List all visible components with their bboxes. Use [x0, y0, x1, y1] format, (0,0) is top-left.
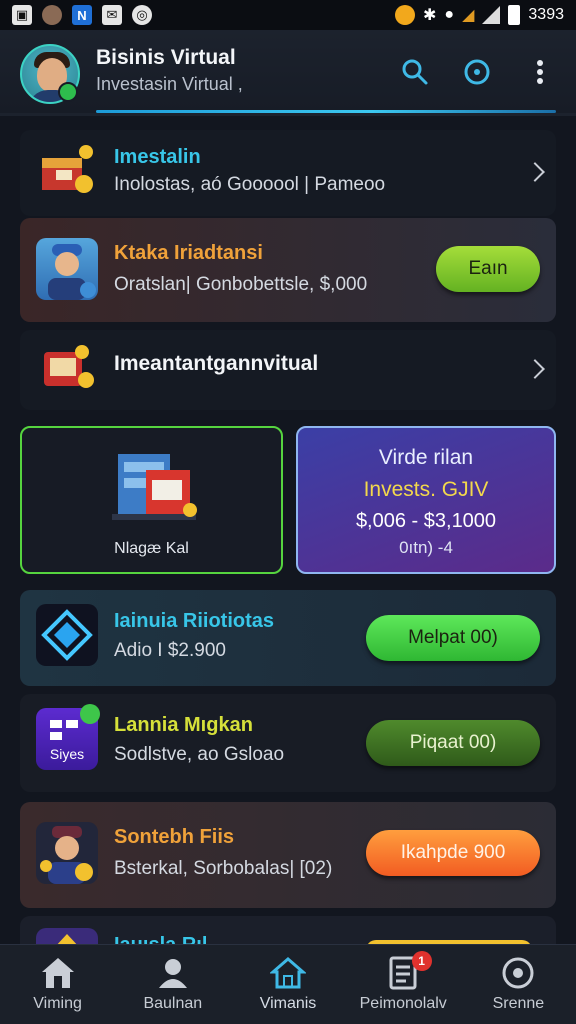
nav-label: Peimonolalv	[359, 995, 447, 1012]
row-subtitle: Oratslan| Gonbobettsle, $,000	[114, 274, 368, 295]
business-action-button[interactable]: Piqaat 00)	[366, 720, 540, 766]
nav-item-home[interactable]: Viming	[0, 945, 115, 1024]
online-badge	[58, 82, 78, 102]
business-item[interactable]: Iainuia Riiotiotas Adio I $2.900 Melpat …	[20, 590, 556, 686]
nav-label: Srenne	[492, 995, 545, 1012]
nav-item-record[interactable]: Srenne	[461, 945, 576, 1024]
list-item[interactable]: Imestalin Inolostas, aó Goooool | Pameoo	[20, 130, 556, 216]
mail-icon: ✉	[102, 5, 122, 25]
promo-card-invest[interactable]: Virde rilan Invests. GJIV $,006 - $3,100…	[296, 426, 556, 574]
promo-duration: 0ıtn) -4	[399, 538, 453, 557]
nav-label: Viming	[33, 995, 82, 1012]
business-title: Sontebh Fiis	[114, 826, 234, 848]
business-subtitle: Bsterkal, Sorbobalas| [02)	[114, 858, 333, 879]
nav-item-person[interactable]: Baulnan	[115, 945, 230, 1024]
business-item[interactable]: Siyes Lannia Mıgkan Sodlstve, ao Gsloao …	[20, 694, 556, 792]
shield-icon: ◎	[132, 5, 152, 25]
status-time: 3393	[528, 6, 564, 23]
store-building-icon	[108, 440, 200, 535]
treasure-chest-icon	[36, 140, 98, 202]
list-item[interactable]: Ktaka Iriadtansi Oratslan| Gonbobettsle,…	[20, 218, 556, 322]
person-icon	[155, 955, 191, 991]
app-bar-underline	[96, 110, 556, 113]
worker-avatar-icon	[36, 238, 98, 300]
sites-icon-label: Siyes	[49, 746, 85, 762]
app-subtitle: Investasin Virtual ,	[96, 74, 243, 94]
chevron-right-icon	[525, 359, 545, 379]
bottom-nav: Viming Baulnan Vimanis 1 Peimonolalv Sre…	[0, 944, 576, 1024]
search-icon[interactable]	[398, 55, 432, 89]
business-action-button[interactable]: Ikahpde 900	[366, 830, 540, 876]
app-icon: N	[72, 5, 92, 25]
businessman-icon	[36, 822, 98, 884]
avatar-icon	[42, 5, 62, 25]
row-title: Ktaka Iriadtansi	[114, 242, 263, 264]
row-title: Imeantantgannvitual	[114, 352, 319, 375]
treasure-box-icon	[36, 336, 98, 398]
app-title: Bisinis Virtual	[96, 46, 236, 69]
more-icon[interactable]	[523, 55, 557, 89]
promo-card-store[interactable]: Nlagæ Kal	[20, 426, 283, 574]
wifi-icon: ◢	[462, 7, 475, 24]
nav-label: Baulnan	[143, 995, 203, 1012]
promo-label: Nlagæ Kal	[114, 540, 189, 557]
business-subtitle: Sodlstve, ao Gsloao	[114, 744, 285, 765]
row-subtitle: Inolostas, aó Goooool | Pameoo	[114, 174, 386, 195]
list-item[interactable]: Imeantantgannvitual	[20, 330, 556, 410]
house-outline-icon	[270, 955, 306, 991]
home-icon	[40, 955, 76, 991]
diamond-icon	[36, 604, 98, 666]
compass-icon[interactable]	[460, 55, 494, 89]
chevron-right-icon	[525, 162, 545, 182]
bluetooth-icon: ✱	[423, 7, 437, 24]
coin-icon	[395, 5, 416, 25]
sites-icon: Siyes	[36, 704, 100, 770]
nav-item-active[interactable]: Vimanis	[230, 945, 345, 1024]
business-title: Iainuia Riiotiotas	[114, 610, 275, 632]
signal-icon	[482, 6, 501, 24]
earn-button[interactable]: Eaın	[436, 246, 540, 292]
row-title: Imestalin	[114, 146, 201, 168]
nav-label: Vimanis	[259, 995, 317, 1012]
business-subtitle: Adio I $2.900	[114, 640, 226, 661]
business-action-button[interactable]: Melpat 00)	[366, 615, 540, 661]
business-item[interactable]: Sontebh Fiis Bsterkal, Sorbobalas| [02) …	[20, 802, 556, 908]
badge-icon	[80, 704, 100, 724]
location-icon: ●	[444, 6, 455, 23]
photo-icon: ▣	[12, 5, 32, 25]
status-bar: ▣ N ✉ ◎ ✱ ● ◢ 3393	[0, 0, 576, 30]
promo-range: $,006 - $3,1000	[355, 510, 497, 532]
business-title: Lannia Mıgkan	[114, 714, 253, 736]
promo-subheading: Invests. GJIV	[363, 478, 489, 501]
notification-badge: 1	[411, 951, 432, 971]
record-icon	[500, 955, 536, 991]
nav-item-document[interactable]: 1 Peimonolalv	[346, 945, 461, 1024]
promo-heading: Virde rilan	[378, 446, 474, 469]
battery-icon	[508, 5, 521, 25]
